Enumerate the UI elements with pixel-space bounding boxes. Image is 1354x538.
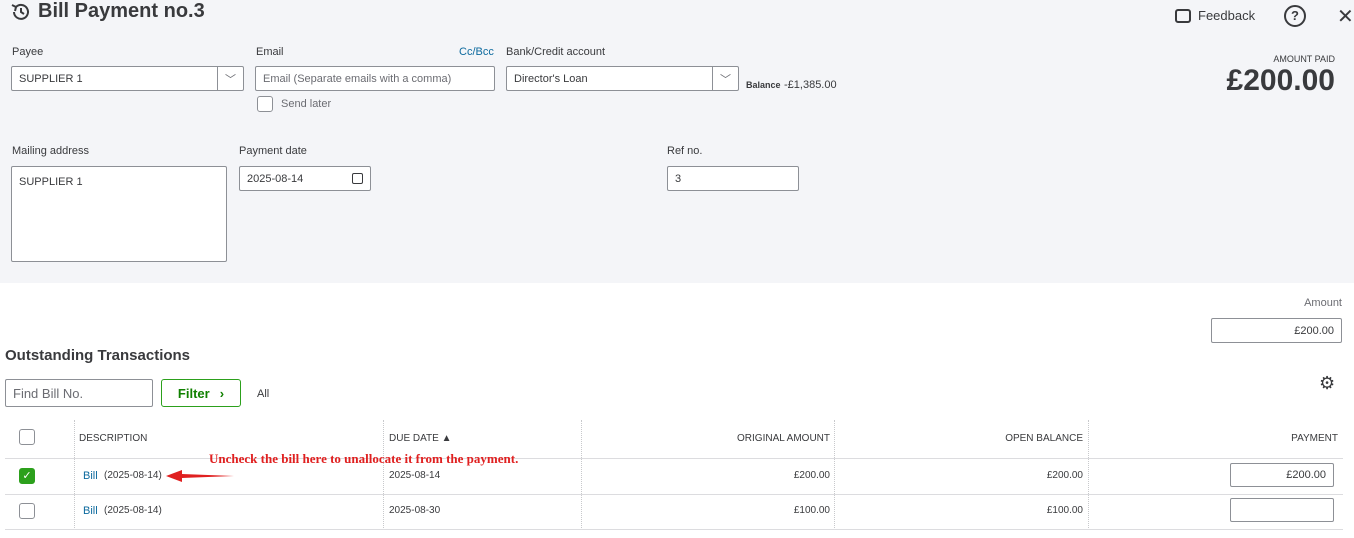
payee-label: Payee: [12, 46, 44, 58]
bill-link[interactable]: Bill: [83, 470, 98, 482]
divider: [1088, 420, 1089, 530]
bill-description: (2025-08-14): [104, 505, 162, 516]
outstanding-title: Outstanding Transactions: [5, 347, 191, 364]
bill-description: (2025-08-14): [104, 470, 162, 481]
send-later-checkbox[interactable]: [257, 96, 273, 112]
amount-paid-value: £200.00: [1226, 64, 1335, 97]
divider: [5, 458, 1343, 459]
row-checkbox[interactable]: [19, 503, 35, 519]
amount-input[interactable]: £200.00: [1211, 318, 1342, 343]
feedback-icon: [1175, 8, 1191, 23]
balance-label: Balance: [746, 80, 781, 90]
chevron-right-icon: ›: [219, 385, 225, 401]
bank-label: Bank/Credit account: [506, 46, 606, 58]
chevron-down-icon: ﹀: [217, 67, 243, 90]
bank-account-select[interactable]: Director's Loan ﹀: [506, 66, 739, 91]
calendar-icon[interactable]: [352, 173, 363, 184]
page-title-wrap: Bill Payment no.3: [10, 0, 205, 23]
select-all-checkbox[interactable]: [19, 429, 35, 445]
divider: [383, 420, 384, 530]
column-header-description[interactable]: DESCRIPTION: [79, 433, 147, 444]
page-title: Bill Payment no.3: [38, 0, 205, 22]
history-icon: [11, 3, 29, 20]
column-header-original-amount[interactable]: ORIGINAL AMOUNT: [737, 433, 830, 444]
balance-value: -£1,385.00: [784, 79, 837, 91]
payment-date-label: Payment date: [239, 145, 307, 157]
divider: [5, 494, 1343, 495]
filter-all-label: All: [257, 388, 270, 400]
original-amount: £100.00: [793, 505, 830, 516]
divider: [5, 529, 1343, 530]
annotation-text: Uncheck the bill here to unallocate it f…: [209, 451, 519, 466]
filter-button[interactable]: Filter ›: [161, 379, 241, 407]
ref-no-label: Ref no.: [667, 145, 703, 157]
row-checkbox[interactable]: ✓: [19, 468, 35, 484]
column-header-payment[interactable]: PAYMENT: [1291, 433, 1338, 444]
annotation-arrow-icon: [166, 470, 234, 482]
cc-bcc-link[interactable]: Cc/Bcc: [459, 46, 494, 58]
feedback-button[interactable]: Feedback: [1175, 8, 1255, 23]
mailing-address-input[interactable]: SUPPLIER 1: [11, 166, 227, 262]
payment-input[interactable]: [1230, 498, 1334, 522]
column-header-open-balance[interactable]: OPEN BALANCE: [1005, 433, 1083, 444]
divider: [581, 420, 582, 530]
chevron-down-icon: ﹀: [712, 67, 738, 90]
settings-gear-icon[interactable]: ⚙: [1319, 373, 1335, 394]
column-header-due-date[interactable]: DUE DATE ▲: [389, 433, 452, 444]
amount-paid-label: AMOUNT PAID: [1273, 54, 1335, 64]
payee-select[interactable]: SUPPLIER 1 ﹀: [11, 66, 244, 91]
email-input[interactable]: Email (Separate emails with a comma): [255, 66, 495, 91]
close-icon[interactable]: ✕: [1337, 4, 1354, 29]
bill-link[interactable]: Bill: [83, 505, 98, 517]
find-bill-input[interactable]: Find Bill No.: [5, 379, 153, 407]
help-icon[interactable]: ?: [1284, 5, 1306, 27]
divider: [834, 420, 835, 530]
payment-date-input[interactable]: 2025-08-14: [239, 166, 371, 191]
payment-input[interactable]: £200.00: [1230, 463, 1334, 487]
open-balance: £100.00: [1046, 505, 1083, 516]
send-later-label: Send later: [281, 98, 332, 110]
due-date: 2025-08-30: [389, 505, 441, 516]
mailing-address-label: Mailing address: [12, 145, 90, 157]
email-label: Email: [256, 46, 284, 58]
amount-label: Amount: [1304, 297, 1342, 309]
original-amount: £200.00: [793, 470, 830, 481]
due-date: 2025-08-14: [389, 470, 441, 481]
open-balance: £200.00: [1046, 470, 1083, 481]
ref-no-input[interactable]: 3: [667, 166, 799, 191]
divider: [74, 420, 75, 530]
